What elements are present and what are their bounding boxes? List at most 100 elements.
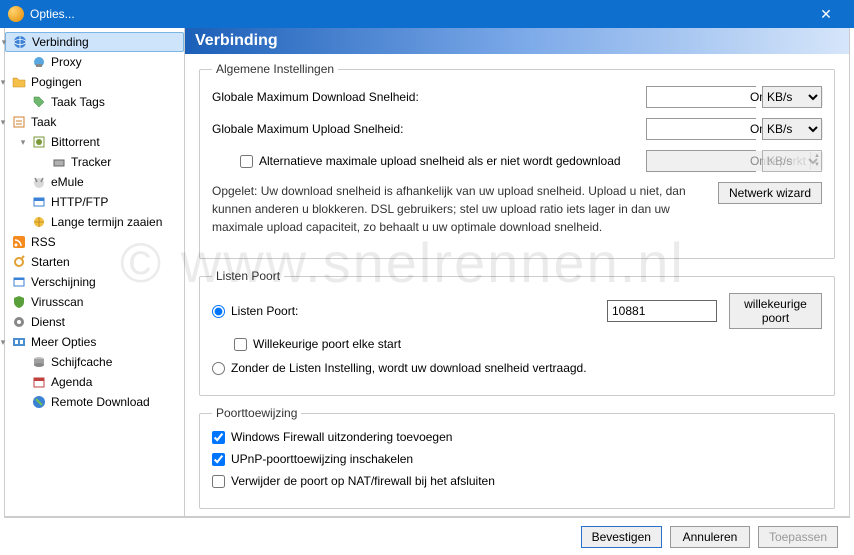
collapse-icon[interactable]: ▾ [17,137,29,148]
options-icon [11,334,27,350]
sidebar-label: eMule [51,175,84,189]
without-listen-label: Zonder de Listen Instelling, wordt uw do… [231,361,587,375]
sidebar-item-http-ftp[interactable]: HTTP/FTP [5,192,184,212]
shield-icon [11,294,27,310]
sidebar-label: Bittorrent [51,135,100,149]
globe-icon [12,34,28,50]
alt-upload-spinbox: ▲▼ [646,150,756,172]
random-start-checkbox[interactable] [234,338,247,351]
sidebar-item-schijfcache[interactable]: Schijfcache [5,352,184,372]
sidebar-item-starten[interactable]: Starten [5,252,184,272]
upnp-checkbox[interactable] [212,453,225,466]
speed-note: Opgelet: Uw download snelheid is afhanke… [212,182,718,236]
group-port-mapping: Poorttoewijzing Windows Firewall uitzond… [199,406,835,509]
cancel-button[interactable]: Annuleren [670,526,750,548]
main-panel: Verbinding Algemene Instellingen Globale… [185,28,849,516]
sidebar-label: Meer Opties [31,335,96,349]
sidebar-item-pogingen[interactable]: ▾ Pogingen [5,72,184,92]
sidebar-item-proxy[interactable]: Proxy [5,52,184,72]
sidebar-label: Lange termijn zaaien [51,215,162,229]
calendar-icon [31,374,47,390]
sidebar-item-long-seed[interactable]: Lange termijn zaaien [5,212,184,232]
upnp-label: UPnP-poorttoewijzing inschakelen [231,452,413,466]
upload-speed-spinbox[interactable]: ▲▼ [646,118,756,140]
alt-upload-label: Alternatieve maximale upload snelheid al… [259,154,621,168]
sidebar-item-meer-opties[interactable]: ▾ Meer Opties [5,332,184,352]
tracker-icon [51,154,67,170]
folder-icon [11,74,27,90]
legend-general: Algemene Instellingen [212,62,338,76]
sidebar-item-agenda[interactable]: Agenda [5,372,184,392]
start-icon [11,254,27,270]
random-port-button[interactable]: willekeurige poort [729,293,822,329]
ok-button[interactable]: Bevestigen [581,526,662,548]
sidebar-label: Agenda [51,375,92,389]
sidebar-item-taak[interactable]: ▾ Taak [5,112,184,132]
sidebar-item-taak-tags[interactable]: Taak Tags [5,92,184,112]
sidebar-item-emule[interactable]: eMule [5,172,184,192]
collapse-icon[interactable]: ▾ [5,77,9,88]
sidebar-label: Taak Tags [51,95,105,109]
sidebar-label: Virusscan [31,295,83,309]
without-listen-radio[interactable] [212,362,225,375]
sidebar: ▾ Verbinding Proxy ▾ Pogingen Taak Tags … [5,28,185,516]
proxy-icon [31,54,47,70]
collapse-icon[interactable]: ▾ [5,337,9,348]
sidebar-label: RSS [31,235,56,249]
sidebar-label: Taak [31,115,56,129]
sidebar-item-verschijning[interactable]: Verschijning [5,272,184,292]
sidebar-item-bittorrent[interactable]: ▾ Bittorrent [5,132,184,152]
group-general: Algemene Instellingen Globale Maximum Do… [199,62,835,259]
emule-icon [31,174,47,190]
sidebar-item-rss[interactable]: RSS [5,232,184,252]
sidebar-label: Remote Download [51,395,150,409]
service-icon [11,314,27,330]
sidebar-label: HTTP/FTP [51,195,108,209]
listen-port-label: Listen Poort: [231,304,601,318]
alt-unit-select: KB/s [762,150,822,172]
collapse-icon[interactable]: ▾ [5,37,10,48]
download-unit-select[interactable]: KB/s [762,86,822,108]
legend-listen: Listen Poort [212,269,284,283]
network-wizard-button[interactable]: Netwerk wizard [718,182,822,204]
sidebar-item-tracker[interactable]: Tracker [5,152,184,172]
task-icon [11,114,27,130]
legend-portmap: Poorttoewijzing [212,406,301,420]
remote-icon [31,394,47,410]
tag-icon [31,94,47,110]
sidebar-label: Schijfcache [51,355,112,369]
sidebar-label: Dienst [31,315,65,329]
sidebar-label: Pogingen [31,75,82,89]
collapse-icon[interactable]: ▾ [5,117,9,128]
upload-speed-label: Globale Maximum Upload Snelheid: [212,122,646,136]
apply-button[interactable]: Toepassen [758,526,838,548]
group-listen-port: Listen Poort Listen Poort: willekeurige … [199,269,835,396]
sidebar-label: Starten [31,255,70,269]
remove-port-checkbox[interactable] [212,475,225,488]
random-start-label: Willekeurige poort elke start [253,337,401,351]
http-icon [31,194,47,210]
sidebar-label: Proxy [51,55,82,69]
titlebar: Opties... ✕ [0,0,854,28]
download-speed-spinbox[interactable]: ▲▼ [646,86,756,108]
sidebar-item-remote-download[interactable]: Remote Download [5,392,184,412]
appearance-icon [11,274,27,290]
sidebar-item-virusscan[interactable]: Virusscan [5,292,184,312]
sidebar-label: Verschijning [31,275,96,289]
sidebar-label: Tracker [71,155,111,169]
firewall-exception-checkbox[interactable] [212,431,225,444]
seed-icon [31,214,47,230]
footer: Bevestigen Annuleren Toepassen [4,517,850,555]
bittorrent-icon [31,134,47,150]
sidebar-item-dienst[interactable]: Dienst [5,312,184,332]
upload-unit-select[interactable]: KB/s [762,118,822,140]
close-button[interactable]: ✕ [806,6,846,23]
sidebar-item-verbinding[interactable]: ▾ Verbinding [5,32,184,52]
listen-port-input[interactable] [607,300,717,322]
app-icon [8,6,24,22]
alt-upload-checkbox[interactable] [240,155,253,168]
listen-port-radio[interactable] [212,305,225,318]
remove-port-label: Verwijder de poort op NAT/firewall bij h… [231,474,495,488]
window-title: Opties... [30,7,806,21]
disk-icon [31,354,47,370]
